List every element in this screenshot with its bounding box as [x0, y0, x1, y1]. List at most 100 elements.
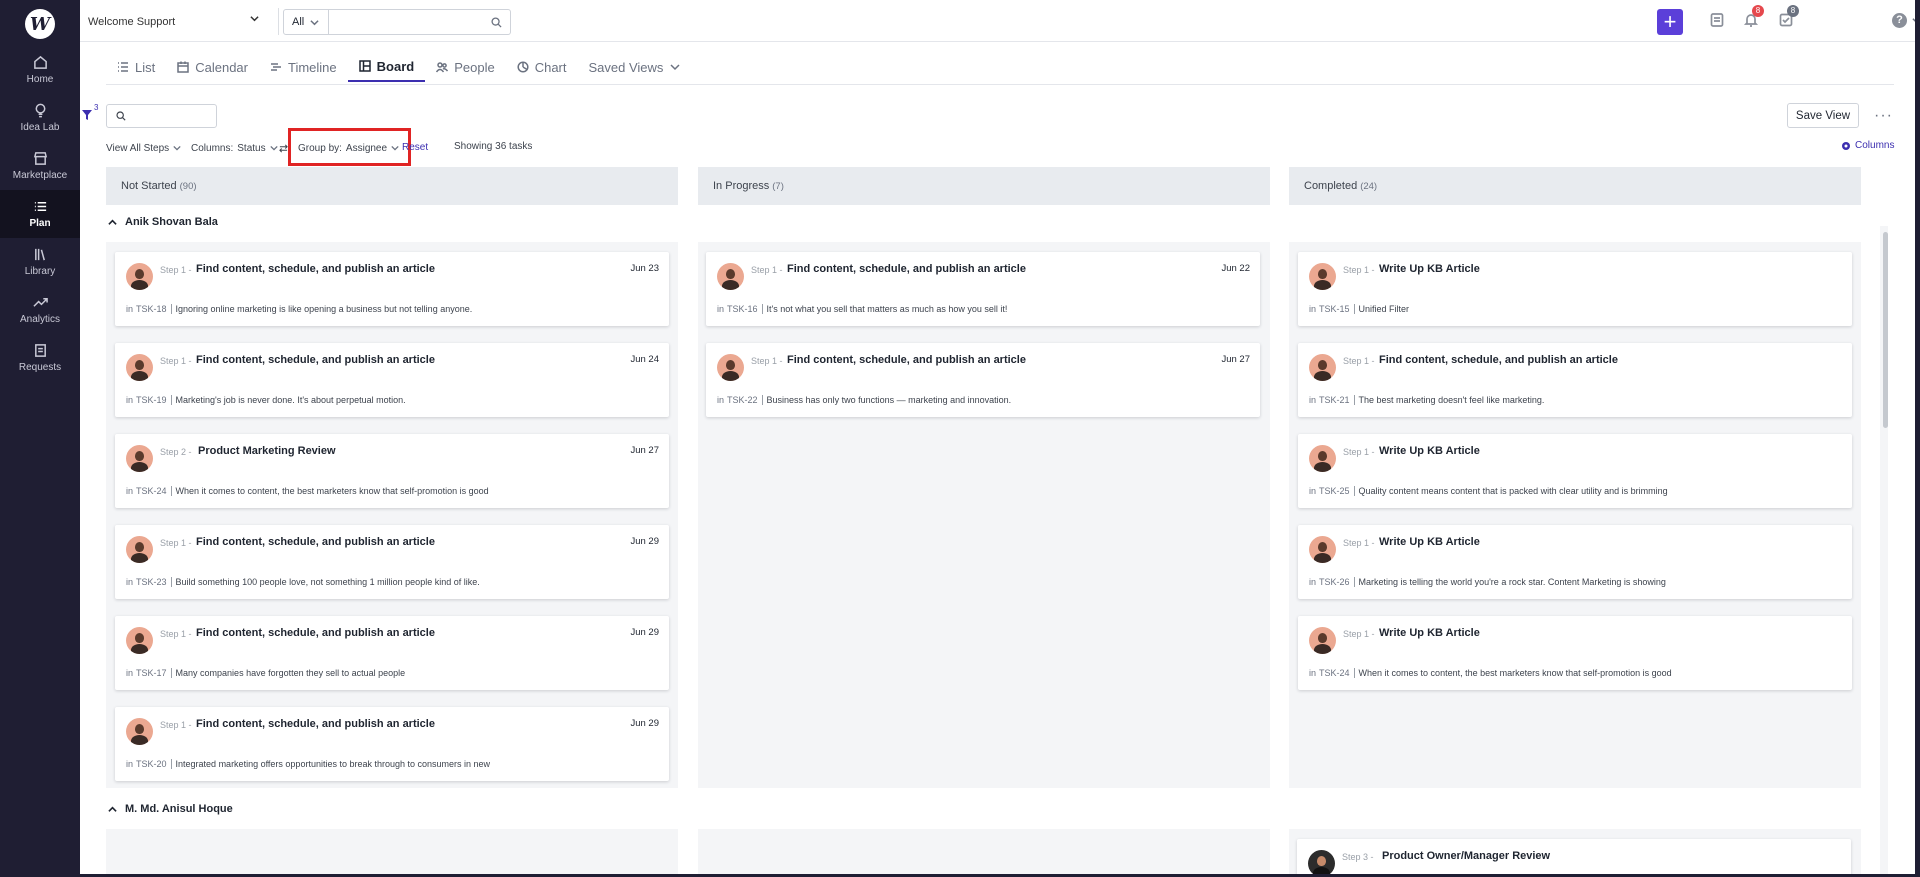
messages-button[interactable]: [1709, 12, 1727, 30]
task-card[interactable]: Step 1 - Find content, schedule, and publ…: [1298, 343, 1852, 417]
due-date: Jun 24: [630, 354, 659, 365]
column-count: (24): [1360, 180, 1378, 192]
board-search-input[interactable]: [106, 104, 217, 128]
task-card[interactable]: Step 1 - Find content, schedule, and publ…: [706, 343, 1260, 417]
task-id-link[interactable]: TSK-22: [727, 395, 758, 405]
task-title[interactable]: Write Up KB Article: [1379, 263, 1480, 275]
task-card[interactable]: Step 1 - Find content, schedule, and publ…: [706, 252, 1260, 326]
task-card[interactable]: Step 1 - Write Up KB Article in TSK-15 Unifi…: [1298, 252, 1852, 326]
task-title[interactable]: Find content, schedule, and publish an a…: [787, 263, 1026, 275]
task-card[interactable]: Step 1 - Write Up KB Article in TSK-24 When …: [1298, 616, 1852, 690]
nav-analytics[interactable]: Analytics: [0, 286, 80, 334]
assignee-avatar: [126, 627, 153, 654]
task-card[interactable]: Step 1 - Find content, schedule, and publ…: [115, 343, 669, 417]
step-label: Step 1 -: [160, 538, 192, 548]
group-name: M. Md. Anisul Hoque: [125, 803, 233, 815]
task-meta: in TSK-25 Quality content means content th…: [1309, 486, 1668, 496]
nav-idea-lab[interactable]: Idea Lab: [0, 94, 80, 142]
workspace-name: Welcome Support: [88, 16, 176, 28]
task-id-link[interactable]: TSK-19: [136, 395, 167, 405]
nav-requests[interactable]: Requests: [0, 334, 80, 382]
task-id-link[interactable]: TSK-23: [136, 577, 167, 587]
due-date: Jun 29: [630, 718, 659, 729]
chevron-up-icon: [108, 219, 117, 225]
search-icon[interactable]: [491, 17, 502, 28]
task-card[interactable]: Step 1 - Write Up KB Article in TSK-26 Marke…: [1298, 525, 1852, 599]
store-icon: [33, 152, 47, 165]
save-view-button[interactable]: Save View: [1787, 103, 1859, 128]
tab-list-label: List: [135, 59, 156, 75]
nav-plan[interactable]: Plan: [0, 190, 80, 238]
chevron-down-icon: [269, 145, 278, 151]
sort-icon[interactable]: [279, 141, 288, 155]
task-card[interactable]: Step 3 - Product Owner/Manager Review: [1297, 839, 1851, 877]
reset-link[interactable]: Reset: [402, 142, 428, 153]
assignee-avatar: [126, 445, 153, 472]
search-scope-select[interactable]: All: [283, 9, 329, 35]
assignee-avatar: [126, 263, 153, 290]
home-icon: [33, 55, 47, 69]
task-title[interactable]: Product Marketing Review: [198, 445, 336, 457]
task-title[interactable]: Find content, schedule, and publish an a…: [196, 627, 435, 639]
more-options-icon[interactable]: ···: [1874, 107, 1893, 125]
task-card[interactable]: Step 1 - Find content, schedule, and publ…: [115, 525, 669, 599]
task-id-link[interactable]: TSK-20: [136, 759, 167, 769]
task-title[interactable]: Find content, schedule, and publish an a…: [196, 263, 435, 275]
assignee-avatar: [717, 354, 744, 381]
divider: [1353, 577, 1355, 587]
group-header[interactable]: Anik Shovan Bala: [108, 216, 218, 228]
task-id-link[interactable]: TSK-15: [1319, 304, 1350, 314]
task-card[interactable]: Step 1 - Find content, schedule, and publ…: [115, 252, 669, 326]
nav-library[interactable]: Library: [0, 238, 80, 286]
tab-saved-views[interactable]: Saved Views: [578, 52, 693, 82]
task-id-link[interactable]: TSK-24: [1319, 668, 1350, 678]
task-id-link[interactable]: TSK-24: [136, 486, 167, 496]
task-title[interactable]: Find content, schedule, and publish an a…: [787, 354, 1026, 366]
task-description: Integrated marketing offers opportunitie…: [175, 759, 491, 769]
tab-board[interactable]: Board: [347, 52, 426, 82]
columns-settings-link[interactable]: Columns: [1841, 140, 1894, 151]
task-title[interactable]: Write Up KB Article: [1379, 536, 1480, 548]
task-id-link[interactable]: TSK-25: [1319, 486, 1350, 496]
create-button[interactable]: +: [1657, 9, 1683, 35]
view-steps-dropdown[interactable]: View All Steps: [106, 141, 181, 155]
tab-people[interactable]: People: [425, 52, 505, 82]
tab-board-label: Board: [376, 58, 415, 74]
tab-chart[interactable]: Chart: [506, 52, 578, 82]
scrollbar-thumb[interactable]: [1883, 232, 1888, 428]
assignee-avatar: [126, 536, 153, 563]
tab-timeline[interactable]: Timeline: [259, 52, 348, 82]
tab-calendar[interactable]: Calendar: [166, 52, 259, 82]
global-search-input[interactable]: [329, 9, 511, 35]
group-by-highlight-box: [288, 128, 411, 166]
assignee-avatar: [1309, 445, 1336, 472]
task-card[interactable]: Step 1 - Find content, schedule, and publ…: [115, 707, 669, 781]
task-title[interactable]: Write Up KB Article: [1379, 627, 1480, 639]
chevron-down-icon[interactable]: [250, 14, 259, 23]
tab-list[interactable]: List: [106, 52, 166, 82]
view-tabs: List Calendar Timeline Board People Char…: [106, 52, 692, 84]
step-label: Step 1 -: [160, 265, 192, 275]
group-header[interactable]: M. Md. Anisul Hoque: [108, 803, 233, 815]
task-id-link[interactable]: TSK-26: [1319, 577, 1350, 587]
assignee-avatar: [1309, 627, 1336, 654]
nav-home-label: Home: [26, 74, 54, 85]
task-id-link[interactable]: TSK-16: [727, 304, 758, 314]
task-card[interactable]: Step 1 - Find content, schedule, and publ…: [115, 616, 669, 690]
columns-dropdown[interactable]: Columns: Status: [191, 141, 278, 155]
nav-home[interactable]: Home: [0, 46, 80, 94]
task-id-link[interactable]: TSK-17: [136, 668, 167, 678]
task-title[interactable]: Find content, schedule, and publish an a…: [196, 354, 435, 366]
task-card[interactable]: Step 1 - Write Up KB Article in TSK-25 Quali…: [1298, 434, 1852, 508]
task-title[interactable]: Find content, schedule, and publish an a…: [196, 718, 435, 730]
task-title[interactable]: Find content, schedule, and publish an a…: [196, 536, 435, 548]
task-card[interactable]: Step 2 - Product Marketing Review Jun 27 in…: [115, 434, 669, 508]
task-title[interactable]: Write Up KB Article: [1379, 445, 1480, 457]
task-title[interactable]: Find content, schedule, and publish an a…: [1379, 354, 1618, 366]
nav-marketplace[interactable]: Marketplace: [0, 142, 80, 190]
task-id-link[interactable]: TSK-21: [1319, 395, 1350, 405]
notifications-button[interactable]: 8: [1743, 5, 1764, 30]
tasks-button[interactable]: 8: [1778, 5, 1799, 30]
task-id-link[interactable]: TSK-18: [136, 304, 167, 314]
app-logo[interactable]: W: [25, 9, 55, 39]
